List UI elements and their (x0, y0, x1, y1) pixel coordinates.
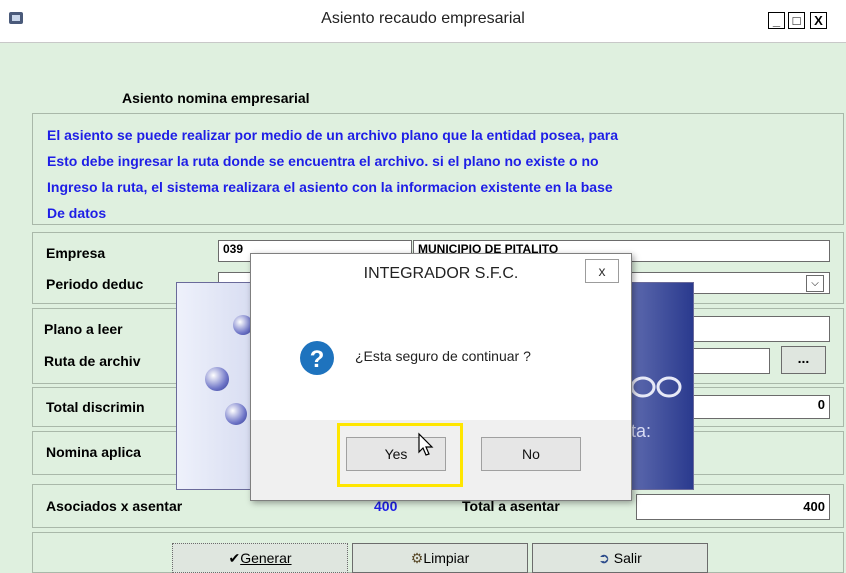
minimize-button[interactable]: _ (768, 12, 785, 29)
dialog-close-button[interactable]: x (585, 259, 619, 283)
info-box: El asiento se puede realizar por medio d… (32, 113, 844, 225)
info-line: El asiento se puede realizar por medio d… (47, 127, 619, 143)
nomina-label: Nomina aplica (46, 444, 141, 460)
sphere-decoration (225, 403, 247, 425)
dialog-message: ¿Esta seguro de continuar ? (355, 348, 531, 364)
mouse-cursor-icon (418, 432, 434, 456)
window-title: Asiento recaudo empresarial (321, 10, 525, 27)
total-discrim-label: Total discrimin (46, 399, 145, 415)
limpiar-label: Limpiar (423, 550, 470, 566)
maximize-button[interactable]: □ (788, 12, 805, 29)
title-bar: Asiento recaudo empresarial _ □ X (0, 0, 846, 43)
info-line: De datos (47, 205, 107, 221)
salir-label: Salir (613, 550, 642, 566)
plano-label: Plano a leer (44, 321, 123, 337)
splash-text: ta: (631, 421, 652, 441)
generar-label: Generar (240, 550, 292, 566)
sphere-decoration (205, 367, 229, 391)
exit-door-icon: ➲ (598, 550, 610, 566)
question-icon: ? (300, 341, 334, 375)
close-button[interactable]: X (810, 12, 827, 29)
check-icon: ✔ (228, 550, 241, 566)
no-button[interactable]: No (481, 437, 581, 471)
dialog-title: INTEGRADOR S.F.C. (363, 265, 519, 282)
broom-icon: ⚙ (410, 550, 424, 566)
chevron-down-icon[interactable]: ⌵ (806, 275, 824, 292)
periodo-label: Periodo deduc (46, 276, 144, 292)
svg-text:?: ? (310, 346, 325, 373)
salir-button[interactable]: ➲ Salir (532, 543, 708, 573)
asociados-label: Asociados x asentar (46, 498, 183, 514)
ruta-label: Ruta de archiv (44, 353, 141, 369)
total-asentar-field[interactable]: 400 (636, 494, 830, 520)
splash-logo-fragment (630, 376, 682, 398)
info-line: Esto debe ingresar la ruta donde se encu… (47, 153, 599, 169)
generar-button[interactable]: ✔Generar (172, 543, 348, 573)
confirm-dialog: INTEGRADOR S.F.C. x ? ¿Esta seguro de co… (250, 253, 632, 501)
limpiar-button[interactable]: ⚙Limpiar (352, 543, 528, 573)
browse-button[interactable]: ... (781, 346, 826, 374)
info-line: Ingreso la ruta, el sistema realizara el… (47, 179, 613, 195)
section-heading: Asiento nomina empresarial (122, 90, 310, 106)
empresa-label: Empresa (46, 245, 106, 261)
